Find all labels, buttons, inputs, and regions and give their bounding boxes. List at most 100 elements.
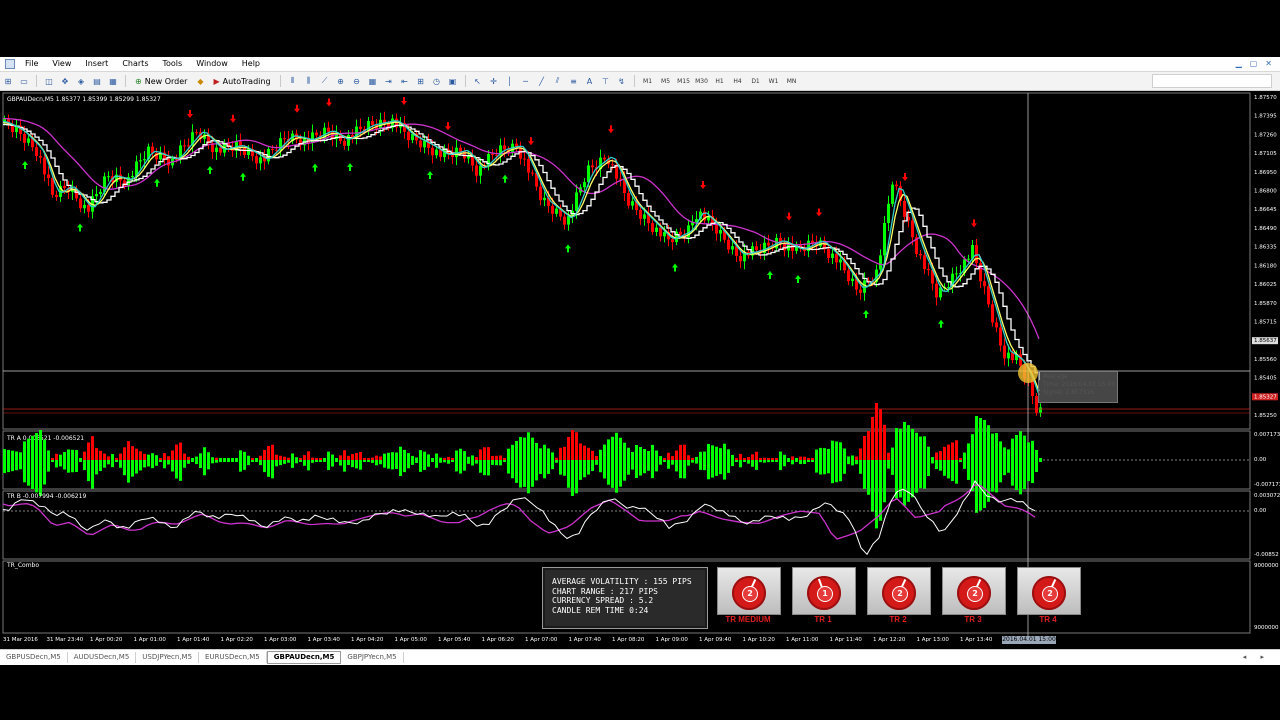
close-icon[interactable]: ✕ xyxy=(1265,59,1272,68)
menu-tools[interactable]: Tools xyxy=(155,57,189,71)
search-input[interactable] xyxy=(1152,74,1272,88)
zoom-in-icon[interactable]: ⊕ xyxy=(335,75,347,87)
tra-bar xyxy=(183,453,186,460)
tra-bar xyxy=(171,460,174,472)
tester-icon[interactable]: ▦ xyxy=(107,75,119,87)
indicators-icon[interactable]: ⊞ xyxy=(415,75,427,87)
crosshair-icon[interactable]: ✛ xyxy=(488,75,500,87)
tra-bar xyxy=(631,460,634,470)
new-chart-icon[interactable]: ⊞ xyxy=(2,75,14,87)
tooltip-line: Signal: 1.857316 xyxy=(1043,389,1094,396)
tra-bar xyxy=(679,460,682,479)
tra-bar xyxy=(367,460,370,462)
tra-bar xyxy=(107,456,110,460)
tra-bar xyxy=(571,430,574,460)
menu-view[interactable]: View xyxy=(45,57,78,71)
tab-eurusd[interactable]: EURUSDecn,M5 xyxy=(199,652,267,663)
bar-chart-icon[interactable]: ⫴ xyxy=(287,75,299,87)
gauge-value: 2 xyxy=(967,586,983,602)
tra-bar xyxy=(415,457,418,460)
tab-gbpjpy[interactable]: GBPJPYecn,M5 xyxy=(341,652,404,663)
menu-help[interactable]: Help xyxy=(235,57,267,71)
down-arrow-icon xyxy=(294,104,300,113)
menu-file[interactable]: File xyxy=(18,57,45,71)
tab-gbpusd[interactable]: GBPUSDecn,M5 xyxy=(0,652,68,663)
navigator-icon[interactable]: ◈ xyxy=(75,75,87,87)
tra-bar xyxy=(791,456,794,460)
candle-body xyxy=(879,255,882,270)
timeframe-m15[interactable]: M15 xyxy=(677,75,691,87)
candlestick-icon[interactable]: ⫼ xyxy=(303,75,315,87)
label-icon[interactable]: ⊤ xyxy=(600,75,612,87)
candle-body xyxy=(631,201,634,206)
tab-audusd[interactable]: AUDUSDecn,M5 xyxy=(68,652,137,663)
timeframe-m5[interactable]: M5 xyxy=(659,75,673,87)
restore-icon[interactable]: ▢ xyxy=(1250,59,1258,68)
tra-bar xyxy=(383,453,386,460)
chart-header-label: GBPAUDecn,M5 1.85377 1.85399 1.85299 1.8… xyxy=(7,96,161,103)
info-average-volatility: AVERAGE VOLATILITY : 155 PIPS xyxy=(552,577,692,586)
candle-body xyxy=(583,182,586,188)
profiles-icon[interactable]: ▭ xyxy=(18,75,30,87)
timeframe-h4[interactable]: H4 xyxy=(731,75,745,87)
timeframe-mn[interactable]: MN xyxy=(785,75,799,87)
tab-scroll-arrows-icon[interactable]: ◂ ▸ xyxy=(1243,653,1270,661)
tra-bar xyxy=(823,460,826,475)
tra-bar xyxy=(747,460,750,464)
menu-window[interactable]: Window xyxy=(189,57,235,71)
tra-bar xyxy=(431,460,434,463)
gauge-tr-2: 2 TR 2 xyxy=(866,567,931,627)
metaeditor-icon[interactable]: ◆ xyxy=(194,75,206,87)
tab-gbpaud[interactable]: GBPAUDecn,M5 xyxy=(266,651,342,664)
menu-insert[interactable]: Insert xyxy=(78,57,115,71)
tra-bar xyxy=(663,460,666,463)
zoom-out-icon[interactable]: ⊖ xyxy=(351,75,363,87)
tra-bar xyxy=(583,460,586,478)
line-chart-icon[interactable]: ⟋ xyxy=(319,75,331,87)
new-order-button[interactable]: ⊕ New Order xyxy=(132,75,190,87)
tra-bar xyxy=(859,448,862,460)
terminal-icon[interactable]: ▤ xyxy=(91,75,103,87)
timeframe-m30[interactable]: M30 xyxy=(695,75,709,87)
timeframe-m1[interactable]: M1 xyxy=(641,75,655,87)
timeframe-d1[interactable]: D1 xyxy=(749,75,763,87)
channel-icon[interactable]: ⫽ xyxy=(552,75,564,87)
tab-usdjpy[interactable]: USDJPYecn,M5 xyxy=(136,652,200,663)
down-arrow-icon xyxy=(528,137,534,146)
vertical-line-icon[interactable]: │ xyxy=(504,75,516,87)
chart-window[interactable]: GBPAUDecn,M5 1.85377 1.85399 1.85299 1.8… xyxy=(0,91,1280,649)
tra-bar xyxy=(219,458,222,460)
templates-icon[interactable]: ▣ xyxy=(447,75,459,87)
timeframe-w1[interactable]: W1 xyxy=(767,75,781,87)
periods-icon[interactable]: ◷ xyxy=(431,75,443,87)
trendline-icon[interactable]: ╱ xyxy=(536,75,548,87)
tra-bar xyxy=(879,460,882,521)
tra-bar xyxy=(719,460,722,475)
tra-bar xyxy=(455,450,458,460)
tile-windows-icon[interactable]: ▦ xyxy=(367,75,379,87)
cursor-icon[interactable]: ↖ xyxy=(472,75,484,87)
tra-bar xyxy=(859,460,862,474)
fibonacci-icon[interactable]: ≡ xyxy=(568,75,580,87)
timeframe-h1[interactable]: H1 xyxy=(713,75,727,87)
tra-bar xyxy=(251,458,254,460)
text-icon[interactable]: A xyxy=(584,75,596,87)
toolbar-separator xyxy=(633,75,635,87)
gauge-label: TR MEDIUM xyxy=(725,615,771,624)
chart-shift-icon[interactable]: ⇥ xyxy=(383,75,395,87)
tra-bar xyxy=(927,460,930,476)
chart-canvas[interactable]: GBPAUDecn,M5 1.85377 1.85399 1.85299 1.8… xyxy=(0,91,1280,649)
autotrading-button[interactable]: ▶ AutoTrading xyxy=(210,75,273,87)
tra-bar xyxy=(203,447,206,460)
data-window-icon[interactable]: ✥ xyxy=(59,75,71,87)
auto-scroll-icon[interactable]: ⇤ xyxy=(399,75,411,87)
tra-bar xyxy=(479,449,482,460)
arrows-icon[interactable]: ↯ xyxy=(616,75,628,87)
horizontal-line-icon[interactable]: ─ xyxy=(520,75,532,87)
tra-bar xyxy=(71,449,74,460)
candle-body xyxy=(491,154,494,155)
menu-charts[interactable]: Charts xyxy=(115,57,155,71)
market-watch-icon[interactable]: ◫ xyxy=(43,75,55,87)
minimize-icon[interactable]: ▁ xyxy=(1236,59,1242,68)
tra-bar xyxy=(819,447,822,460)
